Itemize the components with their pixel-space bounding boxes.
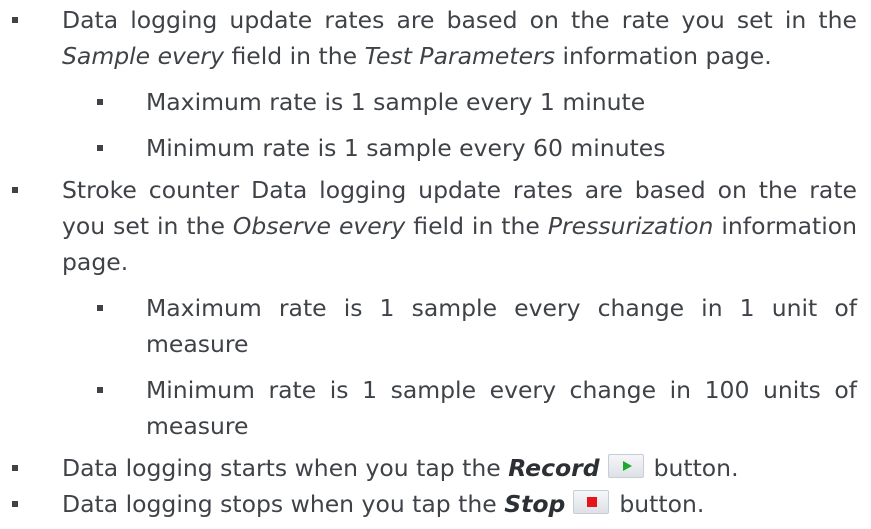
- bullet-text: field in the: [223, 42, 365, 70]
- field-name-observe-every: Observe every: [232, 212, 406, 240]
- page-name-test-parameters: Test Parameters: [364, 42, 555, 70]
- square-bullet-icon: [97, 305, 103, 311]
- square-bullet-icon: [12, 465, 18, 471]
- bullet-text: field in the: [405, 212, 548, 240]
- document-body: Data logging update rates are based on t…: [0, 2, 871, 529]
- square-bullet-icon: [12, 187, 18, 193]
- bullet-text: information page.: [554, 42, 772, 70]
- sub-bullet-max-rate: Maximum rate is 1 sample every 1 minute: [0, 84, 871, 120]
- bullet-text: button.: [653, 454, 739, 482]
- sub-bullet-min-rate: Minimum rate is 1 sample every change in…: [0, 372, 871, 444]
- play-icon: [622, 461, 632, 471]
- sub-bullet-text: Maximum rate is 1 sample every 1 minute: [146, 88, 646, 116]
- sub-bullet-text: Minimum rate is 1 sample every 60 minute…: [146, 134, 666, 162]
- record-button[interactable]: [607, 454, 644, 478]
- stop-icon: [587, 497, 598, 507]
- square-bullet-icon: [97, 99, 103, 105]
- bullet-sample-rate: Data logging update rates are based on t…: [0, 2, 871, 74]
- record-label: Record: [508, 454, 600, 482]
- sub-bullet-text: Maximum rate is 1 sample every change in…: [146, 294, 857, 358]
- sub-bullet-max-rate: Maximum rate is 1 sample every change in…: [0, 290, 871, 362]
- square-bullet-icon: [12, 501, 18, 507]
- square-bullet-icon: [97, 145, 103, 151]
- square-bullet-icon: [12, 17, 18, 23]
- sub-bullet-min-rate: Minimum rate is 1 sample every 60 minute…: [0, 130, 871, 166]
- bullet-text: Data logging starts when you tap the: [62, 454, 509, 482]
- bullet-record: Data logging starts when you tap the Rec…: [0, 450, 871, 486]
- page-name-pressurization: Pressurization: [547, 212, 714, 240]
- bullet-stroke-counter: Stroke counter Data logging update rates…: [0, 172, 871, 280]
- bullet-text: Data logging stops when you tap the: [62, 490, 505, 518]
- bullet-text: Data logging update rates are based on t…: [62, 6, 857, 34]
- stop-button[interactable]: [573, 490, 610, 514]
- field-name-sample-every: Sample every: [62, 42, 224, 70]
- stop-label: Stop: [504, 490, 566, 518]
- square-bullet-icon: [97, 387, 103, 393]
- sub-bullet-text: Minimum rate is 1 sample every change in…: [146, 376, 857, 440]
- bullet-stop: Data logging stops when you tap the Stop…: [0, 486, 871, 522]
- bullet-text: button.: [619, 490, 705, 518]
